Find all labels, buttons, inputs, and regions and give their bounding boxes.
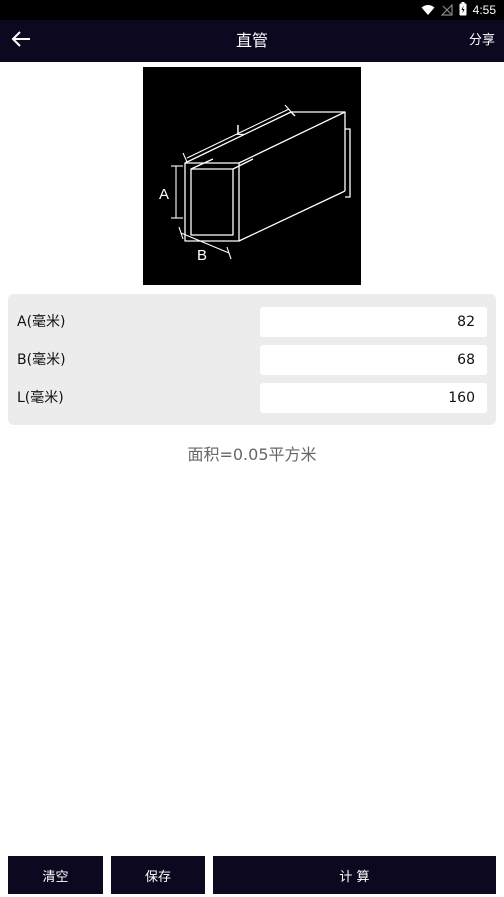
no-signal-icon [440, 1, 453, 20]
wifi-icon [421, 1, 435, 20]
status-bar: 4:55 [0, 0, 504, 20]
app-bar: 直管 分享 [0, 20, 504, 62]
dimension-form: A(毫米) B(毫米) L(毫米) [8, 294, 496, 425]
battery-icon [459, 1, 467, 20]
save-button[interactable]: 保存 [111, 856, 205, 894]
clear-button[interactable]: 清空 [8, 856, 103, 894]
diagram-label-a: A [159, 186, 169, 203]
diagram-label-b: B [197, 247, 207, 264]
form-row-a: A(毫米) [8, 307, 496, 337]
share-button[interactable]: 分享 [469, 20, 495, 62]
status-icons: 4:55 [421, 1, 496, 20]
area-result: 面积=0.05平方米 [187, 445, 317, 464]
duct-diagram-svg: L A B [159, 104, 351, 264]
input-b[interactable] [260, 345, 487, 375]
arrow-left-icon [11, 31, 31, 51]
status-time: 4:55 [472, 3, 496, 17]
calculate-button[interactable]: 计 算 [213, 856, 496, 894]
form-row-l: L(毫米) [8, 383, 496, 413]
page-title: 直管 [235, 31, 268, 50]
input-l[interactable] [260, 383, 487, 413]
back-button[interactable] [6, 26, 36, 56]
form-row-b: B(毫米) [8, 345, 496, 375]
field-label-l: L(毫米) [17, 390, 64, 406]
field-label-a: A(毫米) [17, 314, 66, 330]
field-label-b: B(毫米) [17, 352, 66, 368]
input-a[interactable] [260, 307, 487, 337]
diagram-label-l: L [236, 122, 244, 139]
duct-diagram: L A B [143, 67, 361, 285]
